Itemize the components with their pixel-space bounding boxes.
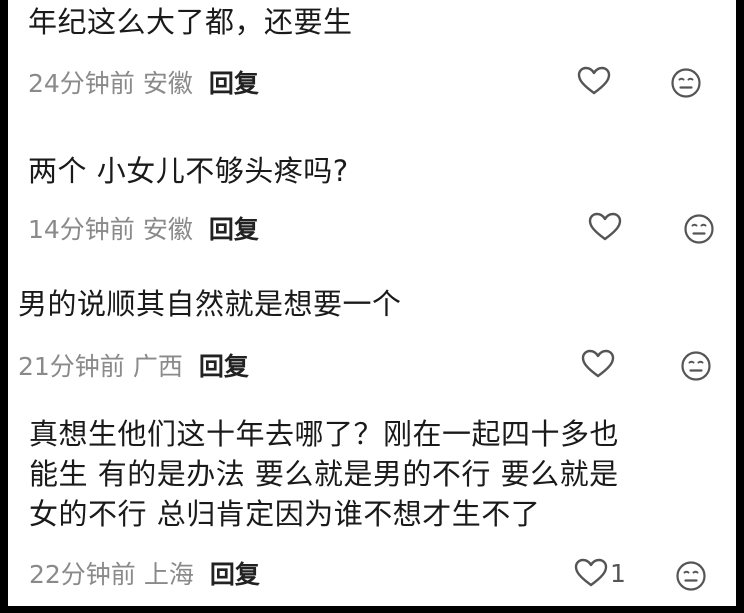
reply-button[interactable]: 回复 (209, 215, 259, 244)
comment-text: 两个 小女儿不够头疼吗? (28, 154, 349, 188)
heart-outline-icon (574, 558, 608, 588)
reaction-button[interactable] (683, 213, 715, 245)
like-button[interactable] (577, 66, 613, 96)
comment-text-line: 能生 有的是办法 要么就是男的不行 要么就是 (29, 457, 619, 491)
comment-meta: 21分钟前 广西 回复 (18, 350, 249, 384)
comment-list: 年纪这么大了都，还要生 24分钟前 安徽 回复 两个 小女儿不够头疼吗? 14分钟前… (8, 0, 736, 606)
like-count: 1 (610, 558, 626, 588)
comment-location: 广西 (132, 352, 183, 381)
like-button[interactable] (588, 212, 624, 242)
like-button[interactable]: 1 (574, 558, 626, 588)
comment-location: 安徽 (142, 69, 193, 98)
neutral-face-icon (670, 67, 702, 99)
neutral-face-icon (683, 213, 715, 245)
reply-button[interactable]: 回复 (199, 352, 249, 381)
comment-meta: 24分钟前 安徽 回复 (28, 67, 259, 101)
comment-text: 年纪这么大了都，还要生 (28, 5, 353, 39)
comment-location: 安徽 (142, 215, 193, 244)
comment-text-line: 真想生他们这十年去哪了？刚在一起四十多也 (29, 417, 620, 451)
reply-button[interactable]: 回复 (209, 69, 259, 98)
comment-time: 21分钟前 (18, 352, 125, 381)
reaction-button[interactable] (675, 560, 707, 592)
comment-time: 24分钟前 (28, 69, 135, 98)
reaction-button[interactable] (670, 67, 702, 99)
comment-time: 14分钟前 (28, 215, 135, 244)
heart-outline-icon (588, 212, 622, 242)
neutral-face-icon (680, 350, 712, 382)
comment-location: 上海 (143, 560, 194, 589)
heart-outline-icon (581, 349, 615, 379)
heart-outline-icon (577, 66, 611, 96)
like-button[interactable] (581, 349, 617, 379)
reaction-button[interactable] (680, 350, 712, 382)
comment-meta: 14分钟前 安徽 回复 (28, 213, 259, 247)
comment-text: 男的说顺其自然就是想要一个 (18, 287, 402, 321)
comment-meta: 22分钟前 上海 回复 (29, 558, 260, 592)
comment-time: 22分钟前 (29, 560, 136, 589)
neutral-face-icon (675, 560, 707, 592)
reply-button[interactable]: 回复 (210, 560, 260, 589)
comment-text-line: 女的不行 总归肯定因为谁不想才生不了 (29, 497, 541, 531)
